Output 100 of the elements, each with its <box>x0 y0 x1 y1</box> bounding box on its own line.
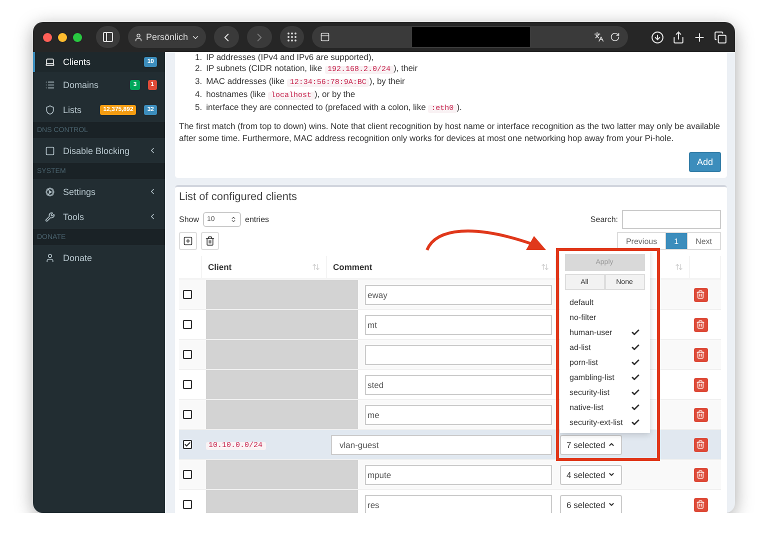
delete-button[interactable] <box>694 318 708 332</box>
trash-icon <box>696 470 705 479</box>
trash-icon <box>696 380 705 389</box>
chevron-icon <box>148 187 157 196</box>
plus-square-icon <box>183 236 193 246</box>
comment-field[interactable]: mpute <box>364 464 552 484</box>
settings-icon <box>45 186 55 196</box>
square-icon <box>45 146 55 156</box>
row-checkbox[interactable] <box>183 440 192 449</box>
group-option[interactable]: ad-list <box>564 340 644 355</box>
comment-field[interactable]: res <box>364 494 552 513</box>
caret-icon <box>608 471 616 478</box>
row-checkbox[interactable] <box>183 290 192 299</box>
search-field[interactable] <box>622 210 721 229</box>
list-number: 5. <box>195 102 202 114</box>
laptop-icon <box>45 57 55 67</box>
group-option[interactable]: human-user <box>564 325 644 340</box>
comment-field[interactable]: mt <box>364 314 552 334</box>
row-checkbox[interactable] <box>183 410 192 419</box>
entries-label: entries <box>245 215 270 224</box>
delete-button[interactable] <box>694 468 708 482</box>
group-option[interactable]: security-list <box>564 385 644 400</box>
user-icon <box>45 252 55 262</box>
show-label: Show <box>179 215 200 224</box>
card-title: List of configured clients <box>179 190 298 205</box>
column-header: Client <box>208 262 232 272</box>
trash-icon <box>696 290 705 299</box>
list-number: 4. <box>195 89 202 101</box>
trash-icon <box>696 440 705 449</box>
page-button[interactable]: 1 <box>665 232 688 250</box>
download-icon[interactable] <box>651 30 664 44</box>
sidebar-item[interactable]: Settings <box>33 179 165 204</box>
row-checkbox[interactable] <box>183 320 192 329</box>
trash-icon <box>696 350 705 359</box>
trash-icon <box>696 410 705 419</box>
translate-icon[interactable] <box>594 32 604 42</box>
user-icon <box>134 32 143 42</box>
trash-icon <box>696 500 705 509</box>
delete-selected-button[interactable] <box>201 232 219 250</box>
delete-button[interactable] <box>694 378 708 392</box>
zoom-window-button[interactable] <box>73 32 82 42</box>
caret-icon <box>608 441 616 448</box>
row-checkbox[interactable] <box>183 500 192 509</box>
comment-field[interactable]: eway <box>364 284 552 304</box>
grid-icon <box>286 31 298 43</box>
reload-icon[interactable] <box>610 32 620 42</box>
close-window-button[interactable] <box>43 32 52 42</box>
group-option[interactable]: security-ext-list <box>564 415 644 430</box>
delete-button[interactable] <box>694 498 708 512</box>
profile-button[interactable]: Persönlich <box>128 26 206 48</box>
sidebar-item[interactable]: Disable Blocking <box>33 138 165 163</box>
comment-field[interactable] <box>364 344 552 364</box>
row-checkbox[interactable] <box>183 380 192 389</box>
updown-icon <box>230 216 238 223</box>
list-number: 1. <box>195 52 202 63</box>
chevron-icon <box>148 146 157 155</box>
group-select-button[interactable]: 4 selected <box>560 464 622 484</box>
group-select-button[interactable]: 6 selected <box>560 494 622 513</box>
comment-field[interactable]: vlan-guest <box>330 434 552 454</box>
list-item-text: IP addresses (IPv4 and IPv6 are supported), <box>206 52 374 63</box>
page-icon <box>320 32 330 42</box>
wrench-icon <box>45 212 55 222</box>
list-icon <box>45 80 55 90</box>
tabs-icon[interactable] <box>714 30 727 44</box>
column-header: Comment <box>333 262 372 272</box>
minimize-window-button[interactable] <box>58 32 67 42</box>
trash-icon <box>696 320 705 329</box>
share-icon[interactable] <box>672 30 685 44</box>
group-option[interactable]: gambling-list <box>564 370 644 385</box>
sidebar-item[interactable]: Donate <box>33 245 165 270</box>
delete-button[interactable] <box>694 438 708 452</box>
group-option[interactable]: porn-list <box>564 355 644 370</box>
new-tab-icon[interactable] <box>693 30 706 44</box>
sidebar-item[interactable]: Tools <box>33 204 165 229</box>
delete-button[interactable] <box>694 288 708 302</box>
group-select-button[interactable]: 7 selected <box>560 434 622 454</box>
search-label: Search: <box>590 215 618 224</box>
trash-icon <box>205 236 215 246</box>
list-number: 2. <box>195 63 202 75</box>
select-all-button[interactable] <box>179 232 197 250</box>
delete-button[interactable] <box>694 348 708 362</box>
next-page-button[interactable]: Next <box>686 232 721 250</box>
shield-icon <box>45 104 55 114</box>
group-option[interactable]: native-list <box>564 400 644 415</box>
row-checkbox[interactable] <box>183 470 192 479</box>
comment-field[interactable]: me <box>364 404 552 424</box>
group-option[interactable]: no-filter <box>564 310 644 325</box>
caret-icon <box>608 501 616 508</box>
list-number: 3. <box>195 76 202 88</box>
chevron-icon <box>148 212 157 221</box>
sidebar-toggle-button[interactable] <box>96 26 120 48</box>
tab-overview-button[interactable] <box>280 26 304 48</box>
group-option[interactable]: default <box>564 295 644 310</box>
delete-button[interactable] <box>694 408 708 422</box>
note-text: The first match (from top to down) wins. Note that client recognition by host name or interface recognition as the two latter may only be available after some time. Furthermore, MAC address recognition only works for devices at most one networking hop away from your Pi-hole. <box>179 120 721 144</box>
comment-field[interactable]: sted <box>364 374 552 394</box>
add-button[interactable]: Add <box>688 152 721 172</box>
row-checkbox[interactable] <box>183 350 192 359</box>
sidebar-icon <box>102 31 114 43</box>
back-button[interactable] <box>214 26 240 48</box>
